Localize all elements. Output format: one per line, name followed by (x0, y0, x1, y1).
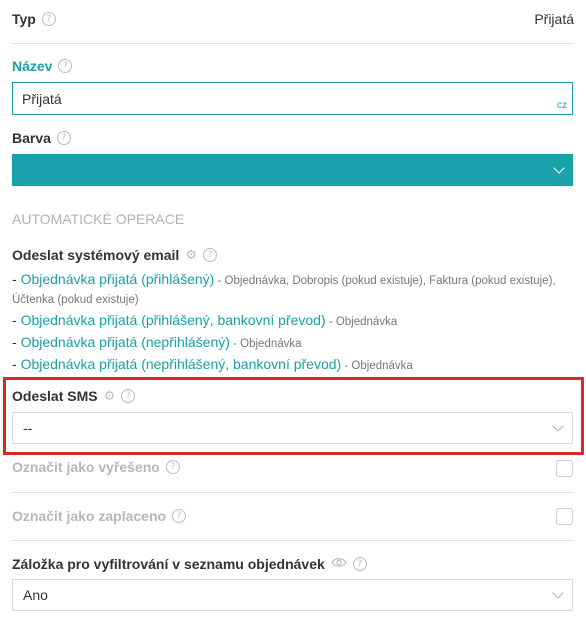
sms-field-label: Odeslat SMS ⚙ ? (12, 388, 136, 404)
gear-icon[interactable]: ⚙ (185, 249, 197, 262)
question-circle-icon[interactable]: ? (56, 131, 71, 145)
eye-icon[interactable] (331, 555, 347, 573)
email-label: Odeslat systémový email (12, 247, 180, 263)
paid-label: Označit jako zaplaceno (12, 508, 167, 524)
divider (12, 43, 573, 44)
resolved-checkbox[interactable] (556, 460, 573, 477)
list-dash: - (12, 312, 21, 328)
email-template-link[interactable]: Objednávka přijatá (nepřihlášený) (21, 334, 230, 350)
question-circle-icon[interactable]: ? (202, 248, 217, 262)
email-attachments: - Objednávka, Dobropis (pokud existuje),… (214, 275, 556, 287)
filter-tab-label: Záložka pro vyfiltrování v seznamu objed… (12, 556, 325, 572)
type-value: Přijatá (534, 11, 574, 27)
language-badge[interactable]: cz (557, 100, 567, 111)
question-circle-icon[interactable]: ? (41, 12, 56, 26)
question-circle-icon[interactable]: ? (352, 557, 367, 571)
sms-select-value: -- (23, 420, 33, 436)
name-input-value: Přijatá (22, 91, 62, 107)
question-circle-icon[interactable]: ? (165, 460, 180, 474)
name-input[interactable]: Přijatá cz (12, 82, 573, 115)
name-label: Název (12, 58, 53, 74)
email-attachments: - Objednávka (325, 316, 398, 328)
email-attachments: Účtenka (pokud existuje) (12, 294, 139, 306)
color-label: Barva (12, 130, 51, 146)
email-attachments: - Objednávka (341, 360, 413, 372)
list-dash: - (12, 271, 21, 287)
email-template-link[interactable]: Objednávka přijatá (nepřihlášený, bankov… (21, 356, 342, 372)
type-label: Typ (12, 11, 36, 27)
resolved-label: Označit jako vyřešeno (12, 459, 160, 475)
color-field-label: Barva ? (12, 130, 71, 146)
question-circle-icon[interactable]: ? (58, 59, 73, 73)
email-template-link[interactable]: Objednávka přijatá (přihlášený, bankovní… (21, 312, 326, 328)
color-select[interactable] (12, 154, 573, 186)
email-template-item: - Objednávka přijatá (nepřihlášený) - Ob… (12, 332, 572, 355)
gear-icon[interactable]: ⚙ (104, 390, 116, 403)
email-template-item: - Objednávka přijatá (nepřihlášený, bank… (12, 354, 572, 377)
chevron-down-icon (552, 587, 564, 599)
filter-tab-select[interactable]: Ano (12, 579, 573, 611)
email-template-link[interactable]: Objednávka přijatá (přihlášený) (21, 271, 215, 287)
paid-checkbox[interactable] (556, 508, 573, 525)
filter-tab-select-value: Ano (23, 587, 48, 603)
question-circle-icon[interactable]: ? (121, 389, 136, 403)
type-field: Typ ? (12, 11, 56, 27)
section-title: AUTOMATICKÉ OPERACE (12, 211, 185, 227)
sms-label: Odeslat SMS (12, 388, 98, 404)
chevron-down-icon (553, 162, 565, 174)
list-dash: - (12, 356, 21, 372)
resolved-field-label: Označit jako vyřešeno ? (12, 459, 180, 475)
email-template-item: - Objednávka přijatá (přihlášený, bankov… (12, 310, 572, 333)
sms-select[interactable]: -- (12, 412, 573, 444)
list-dash: - (12, 334, 21, 350)
paid-field-label: Označit jako zaplaceno ? (12, 508, 187, 524)
email-template-item-continued: Účtenka (pokud existuje) (12, 288, 572, 311)
divider (12, 540, 573, 541)
question-circle-icon[interactable]: ? (172, 509, 187, 523)
filter-tab-field-label: Záložka pro vyfiltrování v seznamu objed… (12, 555, 367, 573)
email-field-label: Odeslat systémový email ⚙ ? (12, 247, 217, 263)
divider (12, 492, 573, 493)
chevron-down-icon (552, 420, 564, 432)
name-field-label: Název ? (12, 58, 73, 74)
email-attachments: - Objednávka (229, 338, 302, 350)
